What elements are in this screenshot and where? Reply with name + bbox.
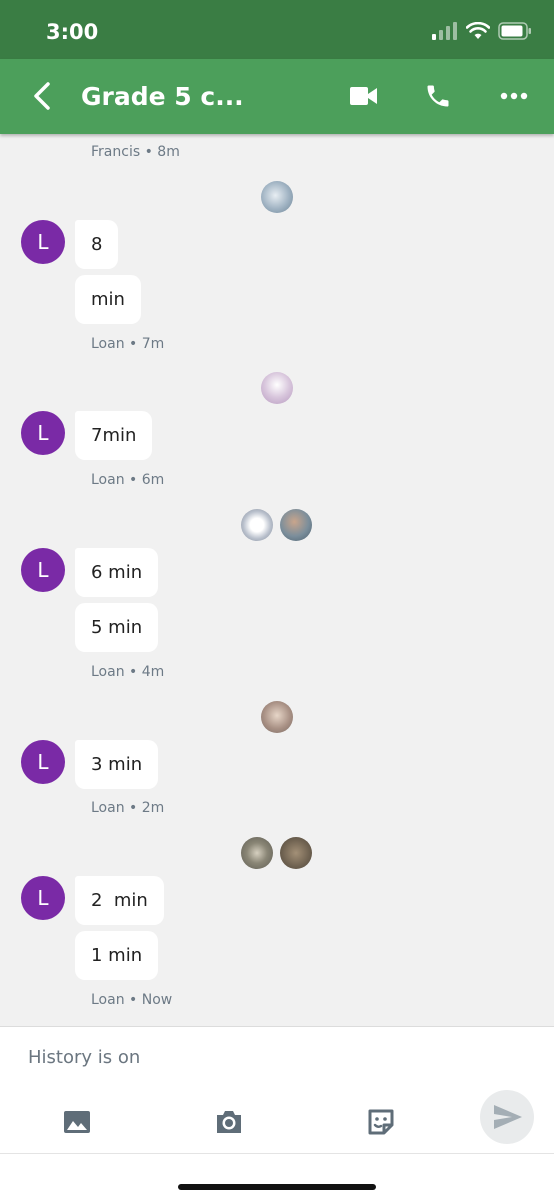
video-camera-icon[interactable]	[350, 84, 378, 108]
more-options-icon[interactable]	[500, 88, 528, 104]
message-bubble[interactable]: 1 min	[75, 931, 159, 980]
message-meta: Loan • 7m	[91, 336, 165, 352]
status-bar: 3:00	[0, 0, 554, 59]
image-icon[interactable]	[62, 1107, 92, 1137]
read-receipt-avatar	[261, 372, 293, 404]
chat-title[interactable]: Grade 5 c...	[81, 82, 244, 111]
avatar[interactable]: L	[21, 411, 65, 455]
message-bubble[interactable]: 3 min	[75, 740, 159, 789]
back-arrow-icon[interactable]	[28, 81, 58, 111]
message-bubble[interactable]: 5 min	[75, 603, 159, 652]
wifi-icon	[466, 22, 490, 39]
read-receipt-avatar	[241, 509, 273, 541]
sticker-icon[interactable]	[366, 1107, 396, 1137]
avatar[interactable]: L	[21, 220, 65, 264]
read-receipt-avatar	[241, 837, 273, 869]
app-bar: Grade 5 c...	[0, 59, 554, 134]
message-bubble[interactable]: 2 min	[75, 876, 164, 925]
read-receipt-avatar	[280, 509, 312, 541]
battery-icon	[498, 22, 531, 40]
divider	[0, 1153, 554, 1154]
avatar[interactable]: L	[21, 740, 65, 784]
message-meta: Loan • 2m	[91, 800, 165, 816]
cellular-signal-icon	[432, 22, 457, 40]
message-list[interactable]: Francis • 8m L 8 min Loan • 7m L 7min Lo…	[0, 134, 554, 1026]
send-icon	[494, 1105, 522, 1129]
composer: History is on	[0, 1026, 554, 1200]
read-receipt-avatar	[261, 181, 293, 213]
send-button[interactable]	[480, 1090, 534, 1144]
read-receipt-avatar	[261, 701, 293, 733]
read-receipt-avatar	[280, 837, 312, 869]
message-bubble[interactable]: 8	[75, 220, 119, 269]
status-time: 3:00	[46, 20, 99, 44]
avatar[interactable]: L	[21, 876, 65, 920]
message-input[interactable]: History is on	[28, 1047, 140, 1068]
message-meta: Francis • 8m	[91, 144, 180, 160]
status-icons	[432, 22, 532, 40]
message-bubble[interactable]: 7min	[75, 411, 153, 460]
avatar[interactable]: L	[21, 548, 65, 592]
camera-icon[interactable]	[214, 1107, 244, 1137]
home-indicator[interactable]	[178, 1184, 376, 1190]
message-bubble[interactable]: 6 min	[75, 548, 159, 597]
message-meta: Loan • 6m	[91, 472, 165, 488]
message-meta: Loan • 4m	[91, 664, 165, 680]
phone-icon[interactable]	[424, 82, 452, 110]
message-bubble[interactable]: min	[75, 275, 141, 324]
message-meta: Loan • Now	[91, 992, 173, 1008]
